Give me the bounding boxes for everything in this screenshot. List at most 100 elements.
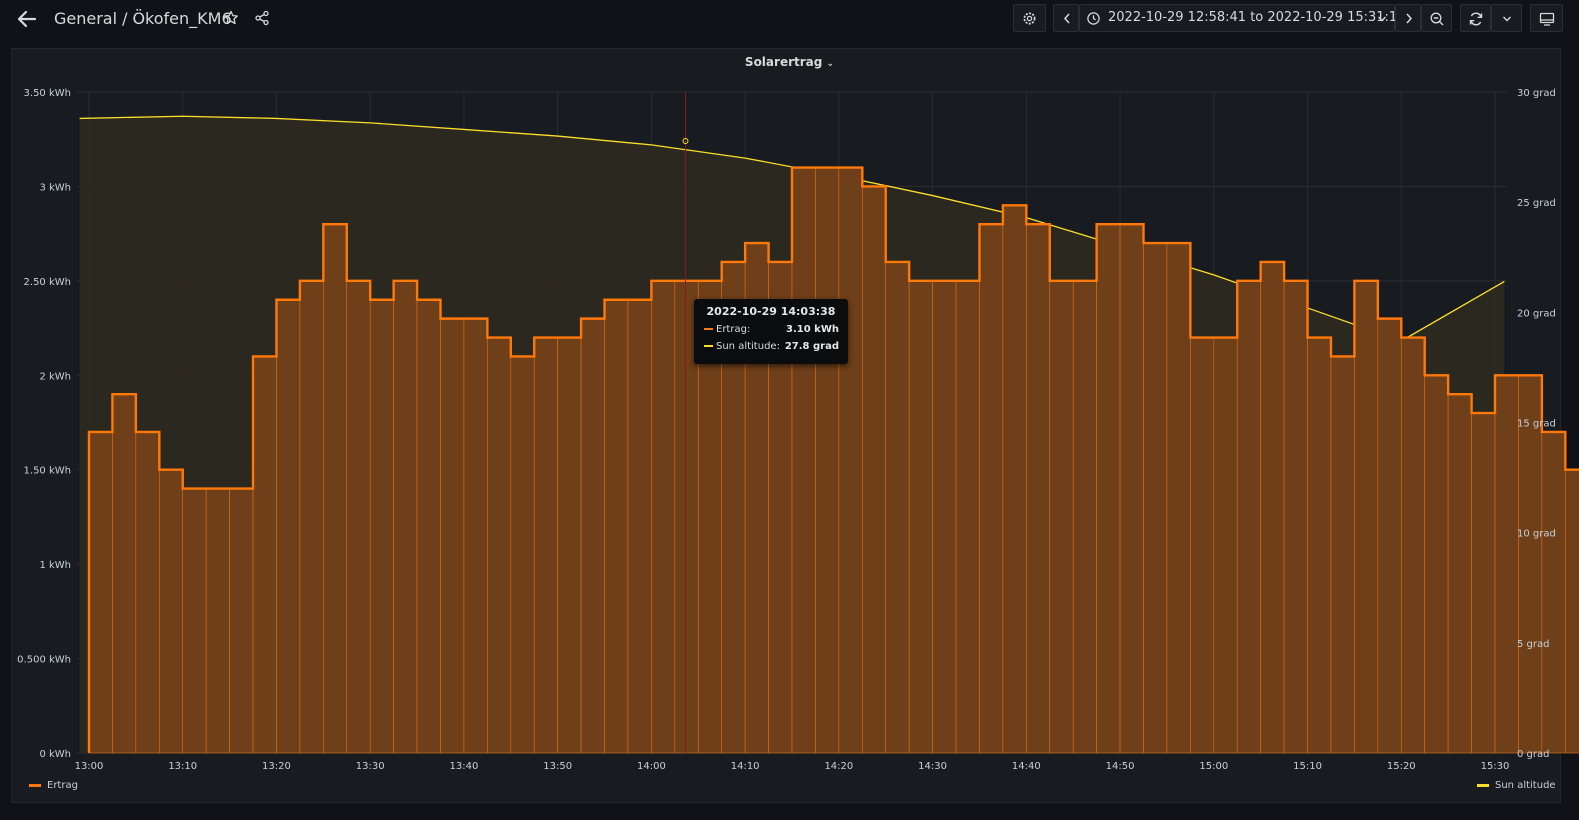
- ertrag-bar: [135, 431, 160, 754]
- x-axis-tick-label: 13:20: [262, 761, 291, 772]
- ertrag-bar: [861, 186, 887, 754]
- ertrag-bar: [1236, 280, 1261, 754]
- x-axis-tick-label: 13:10: [168, 761, 197, 772]
- legend-label: Ertrag: [47, 780, 78, 791]
- ertrag-bar: [791, 167, 816, 754]
- ertrag-bar: [1049, 280, 1074, 754]
- y-axis-tick-label-right: 30 grad: [1517, 88, 1556, 99]
- sun-swatch: [704, 345, 713, 347]
- ertrag-bar: [815, 167, 840, 754]
- y-axis-tick-label-right: 25 grad: [1517, 198, 1556, 209]
- x-axis-tick-label: 13:50: [543, 761, 572, 772]
- y-axis-tick-label-left: 1.50 kWh: [24, 466, 71, 477]
- hover-tooltip: 2022-10-29 14:03:38 Ertrag: 3.10 kWh Sun…: [694, 299, 848, 364]
- ertrag-bar: [838, 167, 863, 754]
- chart-canvas[interactable]: 0 kWh 0.500 kWh 1 kWh 1.50 kWh 2 kWh 2.50 kWh…: [0, 0, 1579, 820]
- ertrag-bar: [1166, 242, 1191, 754]
- ertrag-bar: [393, 280, 418, 754]
- ertrag-bar: [440, 318, 465, 754]
- y-axis-tick-label-left: 0 kWh: [39, 749, 71, 760]
- legend-item-ertrag[interactable]: Ertrag: [29, 780, 78, 791]
- ertrag-bar: [182, 488, 207, 754]
- legend-item-sun-altitude[interactable]: Sun altitude: [1477, 780, 1556, 791]
- ertrag-bar: [979, 223, 1004, 754]
- ertrag-bar: [1096, 223, 1121, 754]
- ertrag-bar: [651, 280, 676, 754]
- tooltip-value-sun: 27.8 grad: [784, 341, 839, 352]
- y-axis-tick-label-left: 2.50 kWh: [24, 277, 71, 288]
- ertrag-bar: [1190, 337, 1215, 754]
- ertrag-bar: [932, 280, 957, 754]
- ertrag-bar: [1447, 393, 1472, 754]
- ertrag-bar: [1002, 205, 1027, 754]
- x-axis-tick-label: 13:30: [356, 761, 385, 772]
- x-axis-tick-label: 14:20: [824, 761, 853, 772]
- ertrag-bar: [510, 356, 535, 754]
- x-axis-tick-label: 14:10: [731, 761, 760, 772]
- ertrag-bar: [1471, 412, 1496, 754]
- y-axis-tick-label-right: 5 grad: [1517, 639, 1549, 650]
- ertrag-bar: [416, 299, 441, 754]
- ertrag-bar: [276, 299, 301, 754]
- ertrag-bar: [627, 299, 652, 754]
- ertrag-bar: [557, 337, 582, 754]
- y-axis-tick-label-left: 3 kWh: [39, 182, 71, 193]
- ertrag-bar: [463, 318, 488, 754]
- ertrag-bar: [1143, 242, 1168, 754]
- ertrag-bar: [1330, 356, 1355, 754]
- x-axis-tick-label: 15:30: [1481, 761, 1510, 772]
- ertrag-bar: [1283, 280, 1308, 754]
- legend-swatch: [1477, 783, 1489, 787]
- ertrag-bar: [299, 280, 324, 754]
- y-axis-tick-label-left: 1 kWh: [39, 560, 71, 571]
- ertrag-bar: [1377, 318, 1402, 754]
- y-axis-tick-label-left: 0.500 kWh: [17, 655, 71, 666]
- y-axis-tick-label-right: 0 grad: [1517, 749, 1549, 760]
- legend-swatch: [29, 783, 41, 787]
- ertrag-bar: [88, 431, 113, 754]
- ertrag-bar: [1260, 261, 1285, 754]
- ertrag-bar: [229, 488, 254, 754]
- y-axis-tick-label-right: 10 grad: [1517, 529, 1556, 540]
- ertrag-bar: [487, 337, 512, 754]
- ertrag-bar: [1541, 431, 1566, 754]
- ertrag-bar: [1307, 337, 1332, 754]
- ertrag-swatch: [704, 328, 713, 330]
- tooltip-row-sun: Sun altitude:: [704, 341, 780, 352]
- ertrag-bar: [252, 356, 277, 754]
- ertrag-bar: [1494, 374, 1519, 754]
- legend-label: Sun altitude: [1495, 780, 1556, 791]
- x-axis-tick-label: 13:40: [450, 761, 479, 772]
- ertrag-bar: [1119, 223, 1144, 754]
- ertrag-bar: [604, 299, 629, 754]
- x-axis-tick-label: 14:40: [1012, 761, 1041, 772]
- ertrag-bar: [1518, 374, 1543, 754]
- x-axis-tick-label: 14:30: [918, 761, 947, 772]
- ertrag-bar: [205, 488, 230, 754]
- y-axis-tick-label-left: 3.50 kWh: [24, 88, 71, 99]
- ertrag-bar: [533, 337, 558, 754]
- x-axis-tick-label: 15:10: [1293, 761, 1322, 772]
- ertrag-bar: [369, 299, 394, 754]
- ertrag-bar: [112, 393, 137, 754]
- ertrag-bar: [1072, 280, 1097, 754]
- ertrag-bar: [885, 261, 910, 754]
- tooltip-label: Ertrag:: [716, 324, 751, 335]
- ertrag-bar: [1354, 280, 1379, 754]
- x-axis-tick-label: 14:00: [637, 761, 666, 772]
- x-axis-tick-label: 15:00: [1199, 761, 1228, 772]
- tooltip-row-ertrag: Ertrag:: [704, 324, 750, 335]
- ertrag-bar: [908, 280, 933, 754]
- x-axis-tick-label: 14:50: [1106, 761, 1135, 772]
- ertrag-bar: [1424, 374, 1449, 754]
- ertrag-bar: [1400, 337, 1426, 754]
- ertrag-bar: [955, 280, 980, 754]
- y-axis-tick-label-right: 20 grad: [1517, 308, 1556, 319]
- ertrag-bar: [1565, 469, 1579, 754]
- y-axis-tick-label-left: 2 kWh: [39, 371, 71, 382]
- tooltip-time: 2022-10-29 14:03:38: [706, 305, 836, 318]
- ertrag-bar: [1026, 223, 1051, 754]
- tooltip-value-ertrag: 3.10 kWh: [786, 324, 839, 335]
- ertrag-bar: [323, 223, 348, 754]
- y-axis-tick-label-right: 15 grad: [1517, 419, 1556, 430]
